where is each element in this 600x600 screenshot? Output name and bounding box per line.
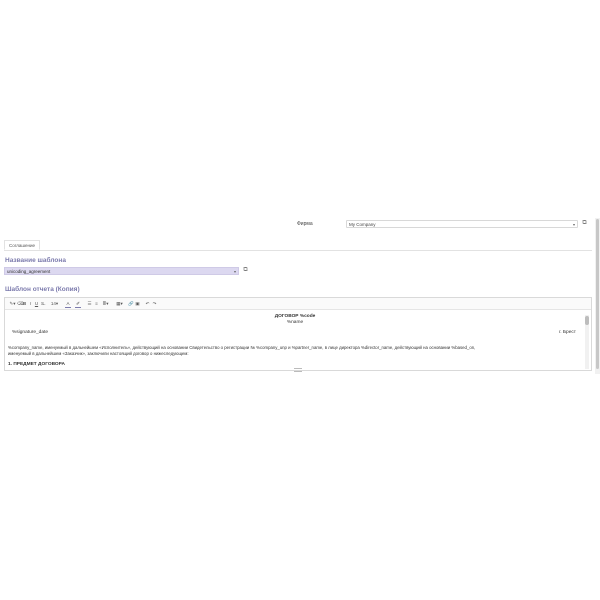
report-template-title: Шаблон отчета (Копия)	[5, 286, 80, 293]
ordered-list-icon[interactable]: ≡	[94, 300, 99, 307]
font-size-icon[interactable]: 14▾	[50, 300, 59, 307]
document-paragraph-line2: именуемый в дальнейшем «Заказчик», заклю…	[8, 351, 189, 356]
document-date: %signature_date	[12, 330, 49, 335]
redo-icon[interactable]: ↷	[152, 300, 157, 307]
link-icon[interactable]: 🔗	[128, 300, 134, 307]
tab-agreement[interactable]: Соглашение	[4, 240, 41, 250]
firm-select-value: My Company	[349, 222, 376, 227]
chevron-down-icon: ▾	[572, 222, 575, 227]
document-paragraph-line1: %company_name, именуемый в дальнейшем «И…	[8, 345, 476, 350]
editor-toolbar	[5, 298, 591, 310]
tab-bar	[4, 240, 592, 251]
page-scrollbar-thumb[interactable]	[596, 219, 599, 369]
strikethrough-icon[interactable]: S̶	[40, 300, 45, 307]
template-name-title: Название шаблона	[5, 257, 66, 264]
image-icon[interactable]: ▣	[135, 300, 140, 307]
firm-select[interactable]: My Company ▾	[346, 220, 578, 228]
document-subtitle: %name	[286, 320, 304, 325]
document-content[interactable]: ДОГОВОР %code %name %signature_date г. Б…	[8, 312, 582, 369]
table-icon[interactable]: ▦▾	[115, 300, 124, 307]
template-name-select[interactable]: unicoding_agreement ▾	[4, 267, 239, 275]
bold-icon[interactable]: B	[22, 300, 27, 307]
resize-handle[interactable]	[294, 368, 302, 372]
chevron-down-icon: ▾	[233, 269, 236, 274]
document-title: ДОГОВОР %code	[274, 314, 316, 319]
document-city: г. Брест	[559, 330, 576, 335]
template-name-value: unicoding_agreement	[7, 269, 51, 274]
firm-label: Фирма	[297, 221, 313, 227]
unordered-list-icon[interactable]: ☰	[87, 300, 92, 307]
document-section-heading: 1. ПРЕДМЕТ ДОГОВОРА	[8, 362, 65, 367]
undo-icon[interactable]: ↶	[145, 300, 150, 307]
external-link-icon[interactable]: ⧉	[242, 267, 249, 274]
highlight-icon[interactable]: ✐	[75, 300, 81, 308]
font-color-icon[interactable]: A	[65, 300, 71, 308]
editor-scrollbar-thumb[interactable]	[585, 316, 589, 325]
external-link-icon[interactable]: ⧉	[581, 220, 588, 227]
align-icon[interactable]: ≣▾	[101, 300, 110, 307]
underline-icon[interactable]: U	[34, 300, 39, 307]
magic-wand-icon[interactable]: ✎▾	[8, 300, 17, 307]
italic-icon[interactable]: I	[28, 300, 33, 307]
